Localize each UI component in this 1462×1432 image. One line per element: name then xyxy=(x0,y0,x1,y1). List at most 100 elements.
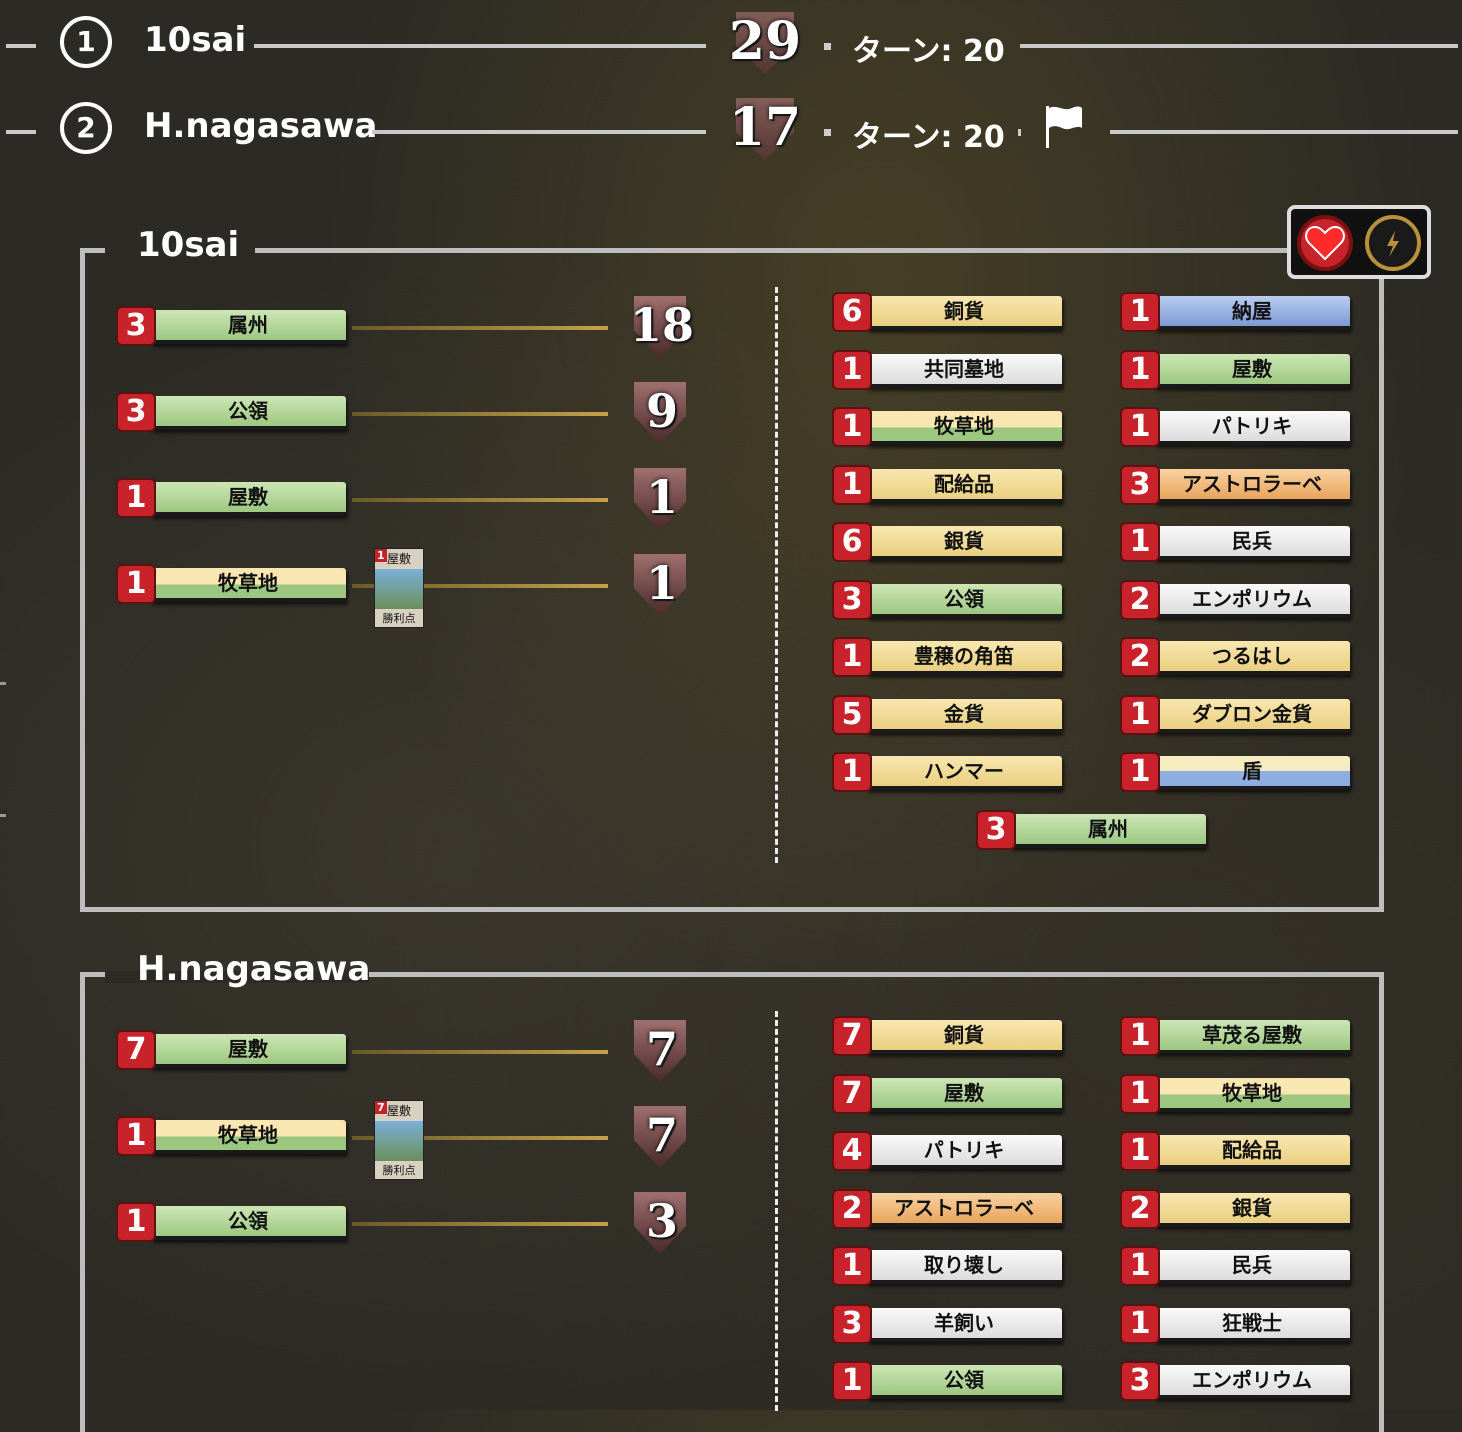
player-row-1: 1 10sai 29 ターン: 20 xyxy=(0,10,1462,80)
deck-card-chip[interactable]: 1 配給品 xyxy=(832,465,1068,507)
deck-card-chip[interactable]: 1 ダブロン金貨 xyxy=(1120,695,1356,737)
card-count: 3 xyxy=(976,810,1016,850)
card-name: ハンマー xyxy=(866,756,1062,790)
score-value: 29 xyxy=(728,11,802,72)
attached-card-count: 7 xyxy=(375,1101,387,1114)
vp-card-chip[interactable]: 3 公領 xyxy=(116,392,352,434)
card-count: 1 xyxy=(832,1246,872,1286)
deck-card-chip[interactable]: 5 金貨 xyxy=(832,695,1068,737)
card-count: 1 xyxy=(1120,1074,1160,1114)
turn-label: ターン: 20 xyxy=(852,34,1005,69)
card-name: 納屋 xyxy=(1154,296,1350,330)
card-count: 3 xyxy=(1120,1361,1160,1401)
deck-card-chip[interactable]: 7 銅貨 xyxy=(832,1016,1068,1058)
card-name: エンポリウム xyxy=(1154,584,1350,618)
panel-divider xyxy=(775,287,778,863)
vp-card-chip[interactable]: 3 属州 xyxy=(116,306,352,348)
card-count: 1 xyxy=(832,752,872,792)
deck-card-chip[interactable]: 1 草茂る屋敷 xyxy=(1120,1016,1356,1058)
deck-card-chip[interactable]: 1 公領 xyxy=(832,1361,1068,1403)
card-name: 金貨 xyxy=(866,699,1062,733)
card-count: 3 xyxy=(116,306,156,346)
deck-card-chip[interactable]: 3 属州 xyxy=(976,810,1212,852)
attached-card[interactable]: 屋敷 勝利点 7 xyxy=(374,1100,424,1180)
card-name: 銅貨 xyxy=(866,1020,1062,1054)
card-name: 銅貨 xyxy=(866,296,1062,330)
panel-title: H.nagasawa xyxy=(137,949,371,989)
deck-card-chip[interactable]: 1 狂戦士 xyxy=(1120,1304,1356,1346)
deck-card-chip[interactable]: 4 パトリキ xyxy=(832,1131,1068,1173)
deck-card-chip[interactable]: 7 屋敷 xyxy=(832,1074,1068,1116)
deck-card-chip[interactable]: 6 銅貨 xyxy=(832,292,1068,334)
card-name: パトリキ xyxy=(866,1135,1062,1169)
deck-card-chip[interactable]: 3 羊飼い xyxy=(832,1304,1068,1346)
deck-card-chip[interactable]: 1 牧草地 xyxy=(1120,1074,1356,1116)
card-name: 属州 xyxy=(1010,814,1206,848)
deck-card-chip[interactable]: 2 つるはし xyxy=(1120,637,1356,679)
vp-value: 7 xyxy=(645,1022,678,1076)
deck-card-chip[interactable]: 1 民兵 xyxy=(1120,1246,1356,1288)
deck-card-chip[interactable]: 1盾 xyxy=(1120,752,1356,794)
card-count: 1 xyxy=(832,465,872,505)
card-count: 1 xyxy=(116,1202,156,1242)
deck-card-chip[interactable]: 2 エンポリウム xyxy=(1120,580,1356,622)
card-name: 豊穣の角笛 xyxy=(866,641,1062,675)
vp-card-chip[interactable]: 1 公領 xyxy=(116,1202,352,1244)
rank-badge: 1 xyxy=(60,16,112,68)
vp-track-line xyxy=(352,1222,608,1226)
deck-card-chip[interactable]: 1 屋敷 xyxy=(1120,350,1356,392)
deck-card-chip[interactable]: 3 公領 xyxy=(832,580,1068,622)
vp-shield: 1 xyxy=(630,466,694,530)
view-toggle[interactable] xyxy=(1287,205,1431,279)
vp-card-chip[interactable]: 1 牧草地 xyxy=(116,1116,352,1158)
deck-card-chip[interactable]: 2 アストロラーベ xyxy=(832,1189,1068,1231)
deck-card-chip[interactable]: 6 銀貨 xyxy=(832,522,1068,564)
deck-card-chip[interactable]: 1 納屋 xyxy=(1120,292,1356,334)
vp-card-chip[interactable]: 7 屋敷 xyxy=(116,1030,352,1072)
card-name: 民兵 xyxy=(1154,1250,1350,1284)
card-count: 2 xyxy=(1120,1189,1160,1229)
card-count: 1 xyxy=(116,1116,156,1156)
deck-card-chip[interactable]: 1 共同墓地 xyxy=(832,350,1068,392)
card-name: ダブロン金貨 xyxy=(1154,699,1350,733)
vp-shield: 18 xyxy=(630,294,694,358)
attached-card[interactable]: 屋敷 勝利点 1 xyxy=(374,548,424,628)
card-count: 5 xyxy=(832,695,872,735)
deck-card-chip[interactable]: 2 銀貨 xyxy=(1120,1189,1356,1231)
deck-card-chip[interactable]: 1 民兵 xyxy=(1120,522,1356,564)
vp-shield: 7 xyxy=(630,1104,694,1168)
lightning-icon[interactable] xyxy=(1365,215,1421,271)
card-name: 屋敷 xyxy=(150,482,346,516)
card-name: 羊飼い xyxy=(866,1308,1062,1342)
card-name: 屋敷 xyxy=(1154,354,1350,388)
card-name: 屋敷 xyxy=(150,1034,346,1068)
heart-icon[interactable] xyxy=(1297,215,1353,271)
card-name: 盾 xyxy=(1154,756,1350,790)
vp-card-chip[interactable]: 1 屋敷 xyxy=(116,478,352,520)
card-name: 公領 xyxy=(150,1206,346,1240)
attached-card-count: 1 xyxy=(375,549,387,562)
card-count: 1 xyxy=(1120,1016,1160,1056)
card-count: 1 xyxy=(832,637,872,677)
card-name: つるはし xyxy=(1154,641,1350,675)
deck-card-chip[interactable]: 1 豊穣の角笛 xyxy=(832,637,1068,679)
deck-card-chip[interactable]: 1 配給品 xyxy=(1120,1131,1356,1173)
vp-card-chip[interactable]: 1 牧草地 xyxy=(116,564,352,606)
card-count: 3 xyxy=(1120,465,1160,505)
card-name: エンポリウム xyxy=(1154,1365,1350,1399)
card-name: 属州 xyxy=(150,310,346,344)
card-count: 1 xyxy=(1120,1131,1160,1171)
card-name: 公領 xyxy=(866,584,1062,618)
attached-card-type: 勝利点 xyxy=(375,609,423,627)
deck-card-chip[interactable]: 1 牧草地 xyxy=(832,407,1068,449)
deck-card-chip[interactable]: 1 パトリキ xyxy=(1120,407,1356,449)
deck-card-chip[interactable]: 1 取り壊し xyxy=(832,1246,1068,1288)
card-name: 草茂る屋敷 xyxy=(1154,1020,1350,1054)
deck-card-chip[interactable]: 3 エンポリウム xyxy=(1120,1361,1356,1403)
player-row-2: 2 H.nagasawa 17 ターン: 20 xyxy=(0,96,1462,166)
card-count: 2 xyxy=(1120,637,1160,677)
deck-card-chip[interactable]: 3 アストロラーベ xyxy=(1120,465,1356,507)
deck-card-chip[interactable]: 1 ハンマー xyxy=(832,752,1068,794)
card-name: 公領 xyxy=(866,1365,1062,1399)
card-name: 牧草地 xyxy=(150,568,346,602)
